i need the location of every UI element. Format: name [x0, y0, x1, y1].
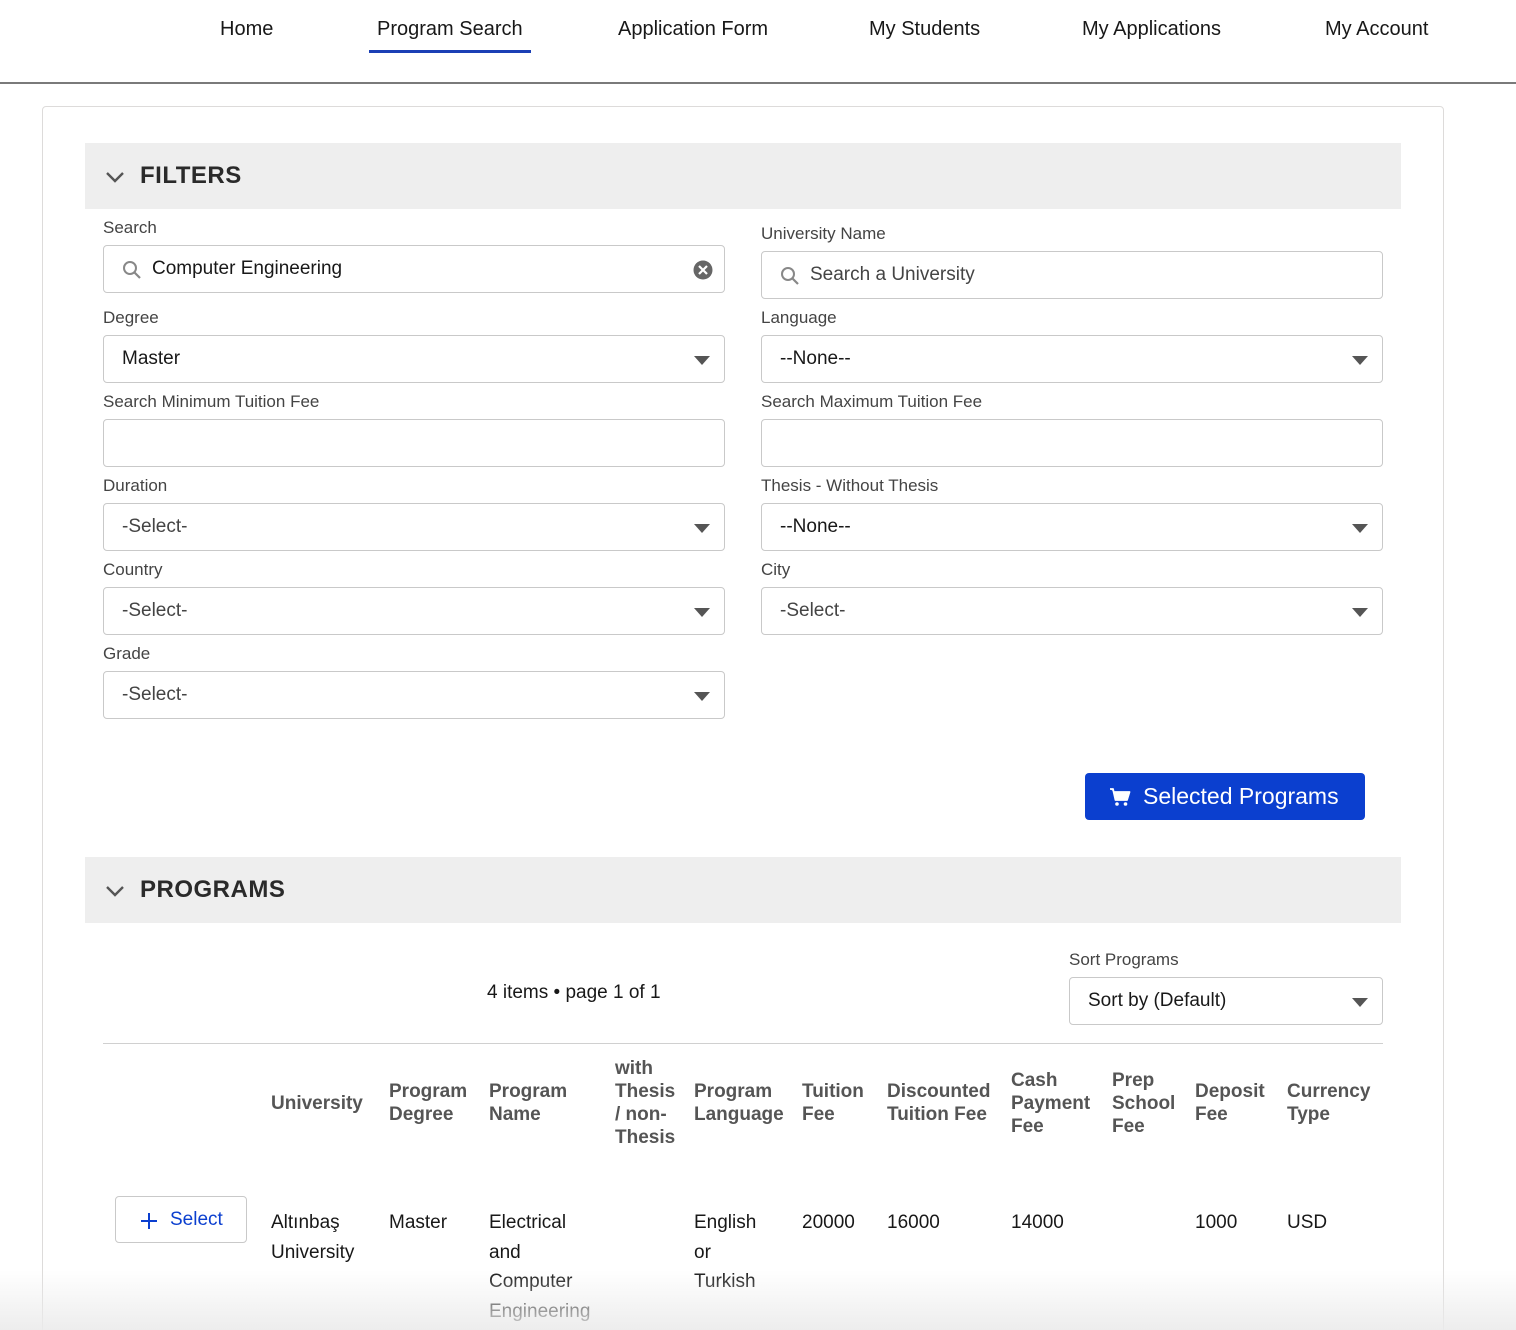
country-select[interactable]: -Select-	[103, 587, 725, 635]
col-deposit-fee: Deposit Fee	[1195, 1081, 1265, 1125]
caret-down-icon	[694, 524, 710, 533]
search-label: Search	[103, 218, 157, 237]
caret-down-icon	[1352, 524, 1368, 533]
col-thesis: with Thesis / non- Thesis	[615, 1058, 676, 1148]
search-value: Computer Engineering	[152, 258, 343, 279]
city-label: City	[761, 560, 791, 579]
nav-program-search[interactable]: Program Search	[369, 18, 531, 53]
table-divider	[103, 1043, 1383, 1044]
programs-section-header[interactable]: PROGRAMS	[85, 857, 1401, 923]
degree-label: Degree	[103, 308, 159, 327]
cell-cash-payment-fee: 14000	[1011, 1212, 1064, 1233]
col-university: University	[271, 1093, 363, 1114]
caret-down-icon	[1352, 998, 1368, 1007]
col-program-language: Program Language	[694, 1081, 784, 1125]
cart-icon	[1110, 788, 1131, 806]
max-fee-label: Search Maximum Tuition Fee	[761, 392, 983, 411]
col-prep-school-fee: Prep School Fee	[1112, 1070, 1176, 1137]
cell-university: Altınbaş University	[271, 1212, 355, 1263]
nav-application-form[interactable]: Application Form	[618, 18, 768, 51]
caret-down-icon	[1352, 608, 1368, 617]
caret-down-icon	[1352, 356, 1368, 365]
city-select[interactable]: -Select-	[761, 587, 1383, 635]
cell-discounted-tuition-fee: 16000	[887, 1212, 940, 1233]
nav-my-students[interactable]: My Students	[869, 18, 980, 51]
degree-select[interactable]: Master	[103, 335, 725, 383]
col-cash-payment-fee: Cash Payment Fee	[1011, 1070, 1091, 1137]
thesis-select[interactable]: --None--	[761, 503, 1383, 551]
degree-value: Master	[122, 348, 181, 369]
select-label: Select	[170, 1209, 223, 1230]
clear-icon[interactable]	[692, 259, 714, 281]
chevron-down-icon	[106, 172, 124, 183]
selected-programs-label: Selected Programs	[1143, 783, 1339, 809]
min-fee-label: Search Minimum Tuition Fee	[103, 392, 320, 411]
university-search-input[interactable]: Search a University	[761, 251, 1383, 299]
university-label: University Name	[761, 224, 886, 243]
language-select[interactable]: --None--	[761, 335, 1383, 383]
city-value: -Select-	[780, 600, 846, 621]
search-input[interactable]: Computer Engineering	[103, 245, 725, 293]
cell-program-degree: Master	[389, 1212, 448, 1233]
country-value: -Select-	[122, 600, 188, 621]
language-value: --None--	[780, 348, 851, 369]
col-program-name: Program Name	[489, 1081, 568, 1125]
select-program-button[interactable]: Select	[115, 1196, 247, 1243]
col-program-degree: Program Degree	[389, 1081, 468, 1125]
col-tuition-fee: Tuition Fee	[802, 1081, 864, 1125]
duration-value: -Select-	[122, 516, 188, 537]
nav-my-account[interactable]: My Account	[1325, 18, 1428, 51]
university-placeholder: Search a University	[810, 264, 975, 285]
grade-label: Grade	[103, 644, 151, 663]
country-label: Country	[103, 560, 163, 579]
chevron-down-icon	[106, 886, 124, 897]
programs-title: PROGRAMS	[140, 876, 286, 903]
filters-title: FILTERS	[140, 162, 242, 189]
col-discounted-tuition-fee: Discounted Tuition Fee	[887, 1081, 991, 1125]
max-fee-input[interactable]	[761, 419, 1383, 467]
cell-deposit-fee: 1000	[1195, 1212, 1238, 1233]
caret-down-icon	[694, 692, 710, 701]
sort-value: Sort by (Default)	[1088, 990, 1227, 1011]
selected-programs-button[interactable]: Selected Programs	[1085, 773, 1365, 820]
nav-my-applications[interactable]: My Applications	[1082, 18, 1221, 51]
language-label: Language	[761, 308, 837, 327]
caret-down-icon	[694, 356, 710, 365]
cell-program-language: English or Turkish	[694, 1212, 757, 1292]
sort-select[interactable]: Sort by (Default)	[1069, 977, 1383, 1025]
pagination-summary: 4 items • page 1 of 1	[487, 982, 661, 1003]
nav-home[interactable]: Home	[220, 18, 273, 51]
grade-select[interactable]: -Select-	[103, 671, 725, 719]
plus-icon	[141, 1213, 157, 1229]
thesis-value: --None--	[780, 516, 851, 537]
duration-label: Duration	[103, 476, 168, 495]
top-navigation: Home Program Search Application Form My …	[0, 0, 1516, 84]
thesis-label: Thesis - Without Thesis	[761, 476, 939, 495]
cell-program-name: Electrical and Computer Engineering	[489, 1212, 591, 1322]
caret-down-icon	[694, 608, 710, 617]
grade-value: -Select-	[122, 684, 188, 705]
search-icon	[123, 261, 141, 279]
cell-currency-type: USD	[1287, 1212, 1328, 1233]
col-currency-type: Currency Type	[1287, 1081, 1371, 1125]
min-fee-input[interactable]	[103, 419, 725, 467]
duration-select[interactable]: -Select-	[103, 503, 725, 551]
filters-section-header[interactable]: FILTERS	[85, 143, 1401, 209]
sort-label: Sort Programs	[1069, 950, 1179, 969]
search-icon	[781, 267, 799, 285]
cell-tuition-fee: 20000	[802, 1212, 855, 1233]
